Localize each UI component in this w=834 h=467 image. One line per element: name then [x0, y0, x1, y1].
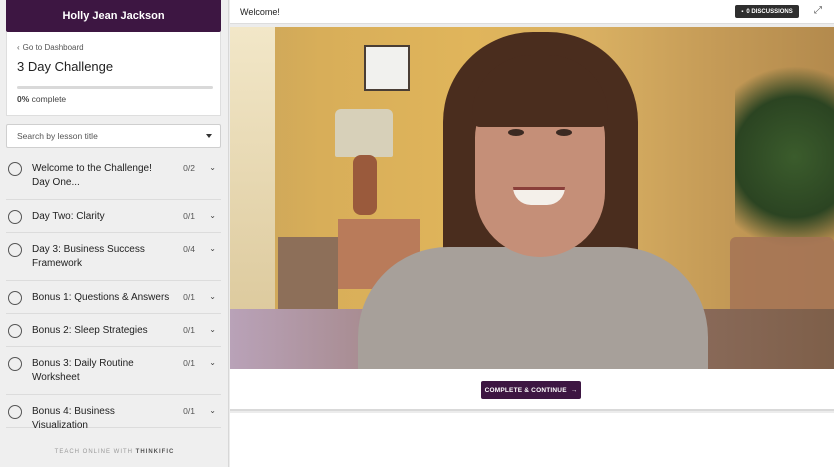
lesson-actions: COMPLETE & CONTINUE →	[230, 369, 834, 411]
lesson-title: Day Two: Clarity	[32, 211, 105, 222]
thinkific-footer[interactable]: TEACH ONLINE WITH THINKIFIC	[0, 449, 229, 455]
lesson-list: Welcome to the Challenge! Day One... 0/2…	[0, 152, 229, 431]
circle-icon	[8, 291, 22, 305]
lesson-count: 0/4	[183, 244, 195, 254]
complete-continue-label: COMPLETE & CONTINUE	[484, 386, 567, 394]
video-subject-body	[358, 247, 708, 369]
lesson-count: 0/2	[183, 163, 195, 173]
course-sidebar: Holly Jean Jackson ‹ Go to Dashboard 3 D…	[0, 0, 229, 467]
author-header: Holly Jean Jackson	[6, 0, 221, 32]
circle-icon	[8, 324, 22, 338]
main-content-area	[230, 413, 834, 467]
lesson-item[interactable]: Day 3: Business Success Framework 0/4 ⌄	[6, 233, 221, 281]
lesson-item[interactable]: Bonus 2: Sleep Strategies 0/1 ⌄	[6, 314, 221, 347]
lesson-item[interactable]: Day Two: Clarity 0/1 ⌄	[6, 200, 221, 233]
dashboard-link-label: Go to Dashboard	[22, 43, 84, 52]
circle-icon	[8, 405, 22, 419]
progress-suffix: complete	[31, 94, 67, 104]
author-name: Holly Jean Jackson	[62, 10, 165, 22]
lesson-search-placeholder: Search by lesson title	[17, 131, 98, 141]
lesson-item[interactable]: Bonus 3: Daily Routine Worksheet 0/1 ⌄	[6, 347, 221, 395]
chevron-down-icon[interactable]: ⌄	[209, 292, 216, 301]
footer-prefix: TEACH ONLINE WITH	[54, 449, 133, 455]
video-bg-frame	[364, 45, 410, 91]
lesson-item[interactable]: Welcome to the Challenge! Day One... 0/2…	[6, 152, 221, 200]
lesson-topbar: Welcome! ▪ 0 DISCUSSIONS ⤢	[230, 0, 834, 24]
discussions-button[interactable]: ▪ 0 DISCUSSIONS	[735, 5, 799, 18]
chevron-down-icon[interactable]: ⌄	[209, 211, 216, 220]
lesson-count: 0/1	[183, 406, 195, 416]
circle-icon	[8, 162, 22, 176]
lesson-item[interactable]: Bonus 4: Business Visualization 0/1 ⌄	[6, 395, 221, 431]
lesson-title: Day 3: Business Success Framework	[32, 244, 145, 269]
lesson-search-select[interactable]: Search by lesson title	[6, 124, 221, 148]
chevron-down-icon[interactable]: ⌄	[209, 358, 216, 367]
comment-icon: ▪	[741, 8, 744, 15]
lesson-count: 0/1	[183, 358, 195, 368]
discussions-label: 0 DISCUSSIONS	[746, 8, 793, 15]
lesson-title: Bonus 1: Questions & Answers	[32, 292, 170, 303]
lesson-title: Welcome to the Challenge! Day One...	[32, 163, 152, 188]
progress-bar	[17, 86, 213, 89]
video-bg-plant	[735, 52, 834, 262]
video-bg-window	[230, 27, 275, 327]
course-title: 3 Day Challenge	[17, 59, 114, 74]
circle-icon	[8, 243, 22, 257]
complete-continue-button[interactable]: COMPLETE & CONTINUE →	[481, 381, 581, 399]
circle-icon	[8, 357, 22, 371]
chevron-down-icon[interactable]: ⌄	[209, 325, 216, 334]
expand-icon[interactable]: ⤢	[814, 5, 822, 16]
chevron-down-icon[interactable]: ⌄	[209, 244, 216, 253]
chevron-down-icon[interactable]: ⌄	[209, 406, 216, 415]
lesson-title: Bonus 4: Business Visualization	[32, 406, 115, 431]
video-bg-lamp	[335, 109, 393, 157]
dashboard-link[interactable]: ‹ Go to Dashboard	[17, 43, 84, 52]
lesson-count: 0/1	[183, 325, 195, 335]
circle-icon	[8, 210, 22, 224]
caret-down-icon	[206, 134, 212, 138]
chevron-left-icon: ‹	[17, 43, 20, 52]
lesson-count: 0/1	[183, 211, 195, 221]
lesson-title: Bonus 2: Sleep Strategies	[32, 325, 148, 336]
course-card: ‹ Go to Dashboard 3 Day Challenge 0% com…	[6, 32, 221, 116]
lesson-title: Bonus 3: Daily Routine Worksheet	[32, 358, 134, 383]
progress-text: 0% complete	[17, 94, 66, 104]
video-bg-lamp-base	[353, 155, 377, 215]
arrow-right-icon: →	[570, 386, 578, 394]
lesson-item[interactable]: Bonus 1: Questions & Answers 0/1 ⌄	[6, 281, 221, 314]
lesson-title-heading: Welcome!	[240, 7, 280, 17]
lesson-count: 0/1	[183, 292, 195, 302]
video-player[interactable]	[230, 27, 834, 369]
video-subject-eye	[556, 129, 572, 136]
video-subject-eye	[508, 129, 524, 136]
chevron-down-icon[interactable]: ⌄	[209, 163, 216, 172]
video-bg-shelf	[278, 237, 338, 317]
footer-brand: THINKIFIC	[135, 449, 175, 455]
progress-value: 0%	[17, 94, 30, 104]
